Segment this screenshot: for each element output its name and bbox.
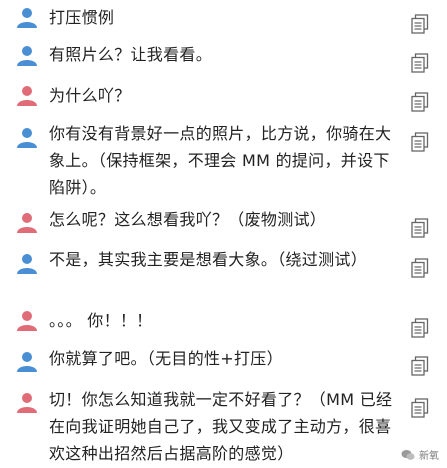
copy-icon[interactable] <box>411 53 429 73</box>
copy-icon[interactable] <box>411 356 429 376</box>
copy-icon[interactable] <box>411 258 429 278</box>
copy-icon[interactable] <box>411 218 429 238</box>
message-text: 有照片么？让我看看。 <box>49 45 213 64</box>
copy-icon[interactable] <box>411 398 429 418</box>
person-pink-icon <box>16 85 38 107</box>
copy-icon[interactable] <box>411 318 429 338</box>
copy-icon[interactable] <box>411 132 429 152</box>
watermark-text: 新氧 <box>419 451 439 462</box>
message-text: 不是，其实我主要是想看大象。（绕过测试） <box>49 250 368 269</box>
person-blue-icon <box>16 351 38 373</box>
message-text: 切！你怎么知道我就一定不好看了？（MM 已经在向我证明她自己了，我又变成了主动方… <box>49 390 393 463</box>
copy-icon[interactable] <box>411 92 429 112</box>
message-text: 怎么呢？这么想看我吖？（废物测试） <box>49 210 327 229</box>
message-text: 你就算了吧。（无目的性+打压） <box>49 349 283 368</box>
person-pink-icon <box>16 310 38 332</box>
person-blue-icon <box>16 7 38 29</box>
person-pink-icon <box>16 392 38 414</box>
person-blue-icon <box>16 253 38 275</box>
message-text: 你有没有背景好一点的照片，比方说，你骑在大象上。（保持框架，不理会 MM 的提问… <box>49 124 392 197</box>
person-blue-icon <box>16 127 38 149</box>
person-pink-icon <box>16 212 38 234</box>
wechat-icon <box>401 449 415 461</box>
watermark: 新氧 <box>401 447 439 462</box>
message-text: 打压惯例 <box>49 8 115 27</box>
message-text: 。。。 你！！！ <box>49 311 153 330</box>
copy-icon[interactable] <box>411 14 429 34</box>
message-text: 为什么吖？ <box>49 86 131 105</box>
person-blue-icon <box>16 45 38 67</box>
